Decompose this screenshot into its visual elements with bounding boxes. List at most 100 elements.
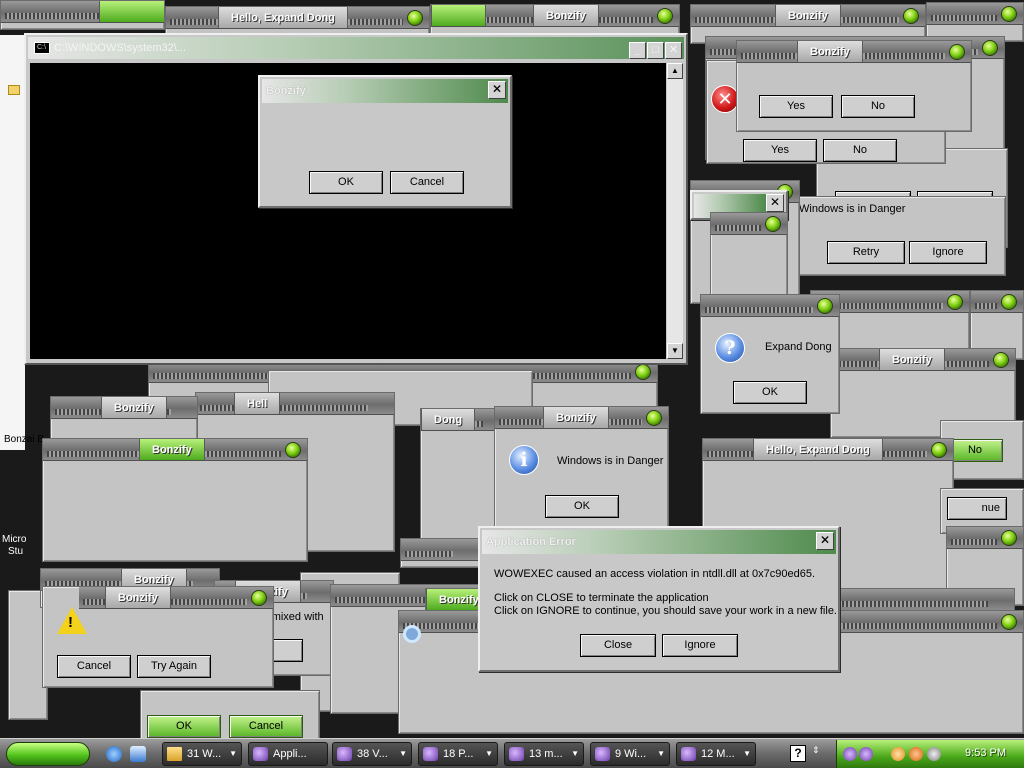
title-bar[interactable]: Bonzify bbox=[495, 407, 668, 429]
taskbar-button[interactable]: 38 V... ▼ bbox=[332, 742, 412, 766]
title-bar[interactable]: Bonzify bbox=[51, 397, 197, 419]
title-bar[interactable]: Bonzify bbox=[79, 587, 273, 609]
close-orb-icon[interactable] bbox=[982, 40, 998, 56]
no-button[interactable]: No bbox=[947, 439, 1003, 462]
close-orb-icon[interactable] bbox=[947, 294, 963, 310]
taskbar-button[interactable]: 13 m... ▼ bbox=[504, 742, 584, 766]
taskbar-button[interactable]: Appli... bbox=[248, 742, 328, 766]
tray-network-icon[interactable] bbox=[891, 747, 905, 761]
tray-bonzi-icon[interactable] bbox=[843, 747, 857, 761]
window-title: Dong bbox=[421, 409, 476, 430]
title-bar[interactable]: Hello, Expand Dong bbox=[703, 439, 953, 461]
close-orb-icon[interactable] bbox=[949, 44, 965, 60]
title-bar[interactable] bbox=[947, 527, 1023, 549]
title-bar[interactable] bbox=[701, 295, 839, 317]
console-icon: C:\ bbox=[34, 42, 50, 54]
close-orb-icon[interactable] bbox=[407, 10, 423, 26]
console-scrollbar[interactable]: ▲ ▼ bbox=[667, 63, 683, 359]
taskbar-button[interactable]: 12 M... ▼ bbox=[676, 742, 756, 766]
no-button[interactable]: No bbox=[841, 95, 915, 118]
tray-arrows-icon[interactable]: ⇕ bbox=[812, 745, 826, 762]
show-desktop-icon[interactable] bbox=[130, 746, 146, 762]
continue-button[interactable]: nue bbox=[947, 497, 1007, 520]
close-orb-icon[interactable] bbox=[765, 216, 781, 232]
ignore-button[interactable]: Ignore bbox=[662, 634, 738, 657]
close-app-button[interactable]: Close bbox=[580, 634, 656, 657]
system-tray: 9:53 PM bbox=[836, 740, 1024, 768]
title-bar[interactable]: Bonzify bbox=[431, 5, 679, 27]
title-bar[interactable]: Bonzify bbox=[43, 439, 307, 461]
clock[interactable]: 9:53 PM bbox=[965, 747, 1006, 759]
window-title: Bonzify bbox=[543, 407, 609, 428]
title-bar[interactable] bbox=[927, 3, 1023, 25]
close-button[interactable]: ✕ bbox=[488, 81, 506, 99]
question-icon: ? bbox=[715, 333, 745, 363]
scroll-up-icon[interactable]: ▲ bbox=[667, 63, 683, 79]
close-orb-icon[interactable] bbox=[931, 442, 947, 458]
explorer-panel bbox=[0, 35, 25, 450]
dialog-message: Expand Dong bbox=[765, 341, 832, 353]
expand-dong-dialog: ? Expand Dong OK bbox=[700, 294, 840, 414]
yesno-dialog-top: Bonzify Yes No bbox=[736, 40, 972, 132]
ok-button[interactable]: OK bbox=[147, 715, 221, 738]
close-orb-icon[interactable] bbox=[285, 442, 301, 458]
title-bar[interactable] bbox=[711, 213, 787, 235]
title-bar[interactable] bbox=[1, 1, 164, 23]
error-icon: ✕ bbox=[711, 85, 739, 113]
taskbar-button-label: 18 P... bbox=[443, 748, 474, 760]
no-button[interactable]: No bbox=[823, 139, 897, 162]
title-bar[interactable]: Hello, Expand Dong bbox=[166, 7, 429, 29]
retry-button[interactable]: Retry bbox=[827, 241, 905, 264]
maximize-button[interactable]: □ bbox=[647, 42, 664, 59]
title-bar[interactable]: Hell bbox=[196, 393, 394, 415]
tray-bonzi-icon[interactable] bbox=[859, 747, 873, 761]
help-icon[interactable]: ? bbox=[790, 745, 806, 762]
close-orb-icon[interactable] bbox=[251, 590, 267, 606]
close-orb-icon[interactable] bbox=[1001, 294, 1017, 310]
start-button[interactable] bbox=[6, 742, 90, 766]
ignore-button[interactable]: Ignore bbox=[909, 241, 987, 264]
title-bar[interactable]: Bonzify bbox=[831, 349, 1015, 371]
close-orb-icon[interactable] bbox=[635, 364, 651, 380]
dialog-title-bar[interactable]: Bonzify ✕ bbox=[262, 79, 508, 103]
close-orb-icon[interactable] bbox=[646, 410, 662, 426]
tray-search-icon[interactable] bbox=[909, 747, 923, 761]
close-orb-icon[interactable] bbox=[1001, 530, 1017, 546]
title-bar[interactable] bbox=[971, 291, 1023, 313]
cancel-button[interactable]: Cancel bbox=[390, 171, 464, 194]
yes-button[interactable]: Yes bbox=[759, 95, 833, 118]
try-again-button[interactable]: Try Again bbox=[137, 655, 211, 678]
close-orb-icon[interactable] bbox=[1001, 6, 1017, 22]
ok-button[interactable]: OK bbox=[309, 171, 383, 194]
cancel-button[interactable]: Cancel bbox=[57, 655, 131, 678]
ok-button[interactable]: OK bbox=[733, 381, 807, 404]
taskbar-button[interactable]: 31 W... ▼ bbox=[162, 742, 242, 766]
taskbar: 31 W... ▼ Appli... 38 V... ▼ 18 P... ▼ 1… bbox=[0, 738, 1024, 768]
folder-icon bbox=[8, 85, 20, 95]
title-bar[interactable] bbox=[401, 539, 479, 561]
yes-button[interactable]: Yes bbox=[743, 139, 817, 162]
taskbar-button[interactable]: 9 Wi... ▼ bbox=[590, 742, 670, 766]
close-button[interactable]: ✕ bbox=[766, 194, 784, 212]
scroll-down-icon[interactable]: ▼ bbox=[667, 343, 683, 359]
tray-volume-icon[interactable] bbox=[927, 747, 941, 761]
console-title-bar[interactable]: C:\ C:\WINDOWS\system32\... _ □ ✕ bbox=[28, 37, 684, 59]
dropdown-arrow-icon: ▼ bbox=[657, 749, 665, 758]
close-orb-icon[interactable] bbox=[903, 8, 919, 24]
close-orb-icon[interactable] bbox=[657, 8, 673, 24]
bonzi-icon bbox=[681, 747, 696, 761]
taskbar-button[interactable]: 18 P... ▼ bbox=[418, 742, 498, 766]
close-button[interactable]: ✕ bbox=[665, 42, 682, 59]
ok-button[interactable]: OK bbox=[545, 495, 619, 518]
minimize-button[interactable]: _ bbox=[629, 42, 646, 59]
title-bar[interactable]: Bonzify bbox=[691, 5, 925, 27]
close-orb-icon[interactable] bbox=[993, 352, 1009, 368]
dialog-title-bar[interactable]: Application Error ✕ bbox=[482, 530, 836, 554]
title-bar[interactable]: Bonzify bbox=[737, 41, 971, 63]
ie-icon[interactable] bbox=[106, 746, 122, 762]
cancel-button[interactable]: Cancel bbox=[229, 715, 303, 738]
close-button[interactable]: ✕ bbox=[816, 532, 834, 550]
error-line-3: Click on IGNORE to continue, you should … bbox=[494, 605, 837, 617]
close-orb-icon[interactable] bbox=[817, 298, 833, 314]
close-orb-icon[interactable] bbox=[1001, 614, 1017, 630]
